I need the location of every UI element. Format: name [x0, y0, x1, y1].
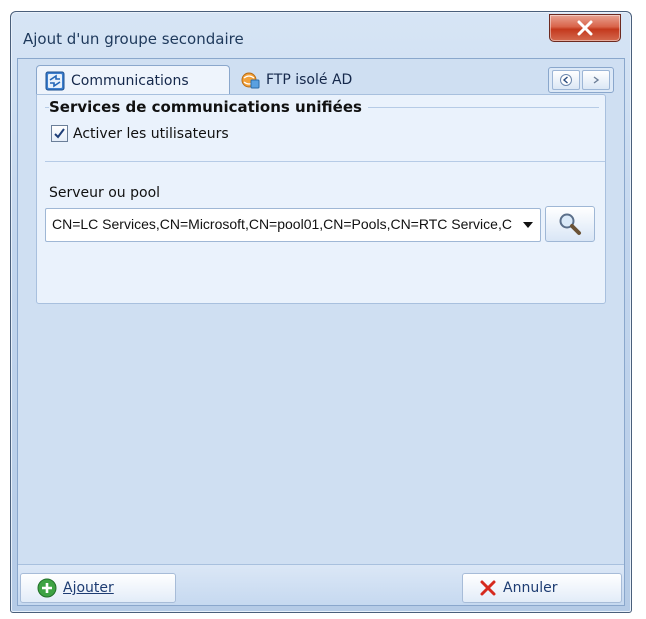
communications-panel: Services de communications unifiées Acti…	[36, 94, 606, 304]
chevron-down-icon[interactable]	[523, 222, 533, 228]
section-title: Services de communications unifiées	[49, 98, 368, 116]
window-title: Ajout d'un groupe secondaire	[23, 30, 244, 48]
add-button[interactable]: Ajouter	[20, 573, 176, 603]
close-icon	[577, 20, 593, 36]
tab-ftp-label: FTP isolé AD	[266, 71, 353, 88]
client-area: Communications FTP isolé AD Services de …	[17, 58, 625, 606]
footer-bar: Ajouter Annuler	[18, 564, 624, 605]
tab-ftp[interactable]: FTP isolé AD	[232, 65, 402, 94]
server-pool-label: Serveur ou pool	[49, 185, 161, 201]
enable-users-checkbox[interactable]	[51, 125, 68, 142]
tab-scroll-left-button[interactable]	[552, 70, 580, 90]
magnifier-icon	[559, 213, 581, 235]
tab-communications[interactable]: Communications	[36, 65, 230, 95]
enable-users-label: Activer les utilisateurs	[73, 125, 229, 142]
tab-strip: Communications FTP isolé AD	[18, 59, 624, 95]
dialog-window: Ajout d'un groupe secondaire Communicati…	[10, 11, 632, 613]
add-button-label: Ajouter	[63, 580, 114, 596]
divider	[45, 161, 605, 162]
tab-scroll-buttons	[548, 67, 614, 93]
server-pool-value: CN=LC Services,CN=Microsoft,CN=pool01,CN…	[52, 216, 512, 232]
chevron-left-icon	[560, 74, 572, 86]
add-icon	[37, 578, 57, 598]
search-button[interactable]	[545, 206, 595, 242]
checkmark-icon	[54, 128, 65, 139]
chevron-right-icon	[593, 76, 600, 84]
tab-scroll-right-button[interactable]	[582, 70, 610, 90]
communications-icon	[45, 71, 65, 91]
close-button[interactable]	[549, 14, 621, 42]
enable-users-row[interactable]: Activer les utilisateurs	[51, 125, 229, 142]
cancel-button[interactable]: Annuler	[462, 573, 622, 603]
title-bar[interactable]: Ajout d'un groupe secondaire	[11, 12, 631, 57]
server-pool-combobox[interactable]: CN=LC Services,CN=Microsoft,CN=pool01,CN…	[45, 208, 541, 242]
cancel-button-label: Annuler	[503, 580, 558, 596]
tab-communications-label: Communications	[71, 72, 189, 89]
ftp-icon	[240, 70, 260, 90]
cancel-icon	[480, 580, 496, 596]
